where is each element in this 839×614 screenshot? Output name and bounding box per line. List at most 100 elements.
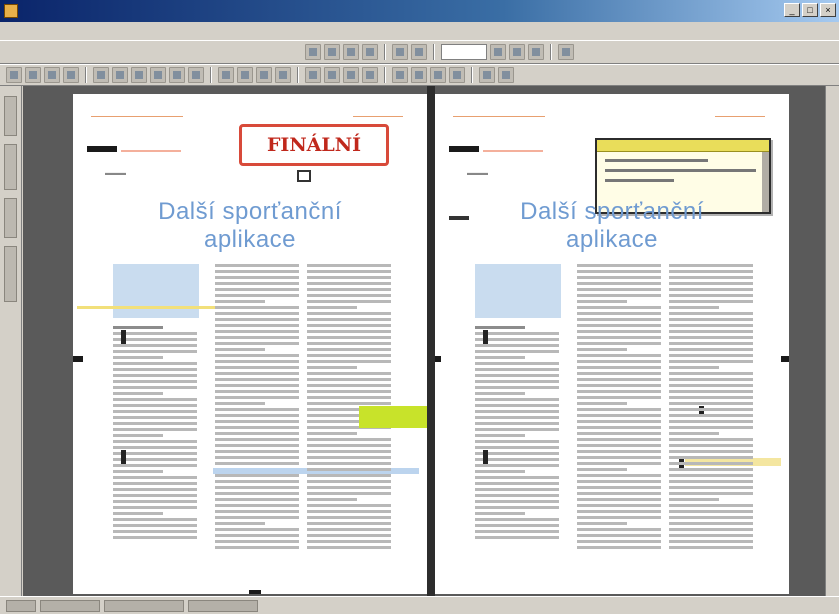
bullet-marker [121,450,126,464]
standard-toolbar [0,40,839,64]
sidebar-box [475,264,561,318]
text-tool-icon[interactable] [25,67,41,83]
crop-icon[interactable] [411,67,427,83]
last-page-icon[interactable] [362,67,378,83]
fit-page-icon[interactable] [528,44,544,60]
running-head-left [453,116,545,117]
italic-icon[interactable] [112,67,128,83]
panel-tab-pages[interactable] [4,96,17,136]
zoom-in-icon[interactable] [490,44,506,60]
sidebar-box [113,264,199,318]
comment-icon[interactable] [218,67,234,83]
panel-tab-comments[interactable] [4,198,17,238]
new-document-icon[interactable] [305,44,321,60]
page-edge-handle[interactable] [435,356,441,362]
article-heading: Další sporťanční aplikace [435,198,789,254]
close-button[interactable]: × [820,3,836,17]
bullet-marker [121,330,126,344]
maximize-button[interactable]: □ [802,3,818,17]
sticky-note-marker[interactable] [359,406,427,428]
text-column-3 [669,264,753,552]
align-left-icon[interactable] [150,67,166,83]
stamp-label: FINÁLNÍ [266,134,362,156]
status-cell [40,599,100,612]
zoom-out-icon[interactable] [509,44,525,60]
section-kicker-line [483,150,543,152]
page-edge-handle[interactable] [73,356,83,362]
toolbar-separator [85,67,87,83]
align-right-icon[interactable] [188,67,204,83]
table-icon[interactable] [449,67,465,83]
section-kicker [87,146,117,152]
first-page-icon[interactable] [343,67,359,83]
toolbar-separator [433,44,435,60]
text-column-1 [113,326,197,542]
toolbar-separator [384,67,386,83]
left-page[interactable]: ▬▬▬ FINÁLNÍ Další sporťanční aplikace [73,94,427,594]
line-tool-icon[interactable] [63,67,79,83]
formatting-toolbar [0,64,839,86]
running-head-right [353,116,403,117]
save-icon[interactable] [343,44,359,60]
toolbar-separator [210,67,212,83]
text-column-2 [577,264,661,552]
status-cell [6,599,36,612]
right-page[interactable]: ▬▬▬ Další sporťanční aplikace [435,94,789,594]
zoom-field[interactable] [441,44,487,60]
toolbar-separator [297,67,299,83]
rotate-icon[interactable] [392,67,408,83]
layers-icon[interactable] [479,67,495,83]
document-workspace[interactable]: ▬▬▬ FINÁLNÍ Další sporťanční aplikace ▬▬… [23,86,839,596]
title-bar[interactable]: _ □ × [0,0,839,22]
previous-page-icon[interactable] [305,67,321,83]
window-controls: _ □ × [784,3,836,17]
print-icon[interactable] [362,44,378,60]
stamp-icon[interactable] [275,67,291,83]
section-kicker [449,146,479,152]
toolbar-separator [471,67,473,83]
toolbar-separator [384,44,386,60]
author-line: ▬▬▬ [105,170,126,177]
bullet-marker [483,450,488,464]
help-icon[interactable] [558,44,574,60]
frame-tool-icon[interactable] [44,67,60,83]
note-icon[interactable] [256,67,272,83]
text-column-2 [215,264,299,552]
final-approval-stamp[interactable]: FINÁLNÍ [239,124,389,166]
minimize-button[interactable]: _ [784,3,800,17]
bold-icon[interactable] [93,67,109,83]
cut-icon[interactable] [392,44,408,60]
bullet-marker [483,330,488,344]
panel-tab-layers[interactable] [4,144,17,190]
toolbar-separator [550,44,552,60]
next-page-icon[interactable] [324,67,340,83]
open-folder-icon[interactable] [324,44,340,60]
heading-line-2: aplikace [203,226,297,253]
section-kicker-line [121,150,181,152]
desktop-publishing-app: _ □ × ▬▬▬ FINÁLNÍ Další sporťanční aplik… [0,0,839,614]
color-icon[interactable] [498,67,514,83]
align-center-icon[interactable] [169,67,185,83]
copy-icon[interactable] [411,44,427,60]
underline-icon[interactable] [131,67,147,83]
page-gutter [427,86,435,596]
status-bar [0,596,839,614]
page-edge-handle[interactable] [781,356,789,362]
vertical-scrollbar[interactable] [825,86,839,596]
heading-line-1: Další sporťanční [520,198,704,225]
page-bottom-handle[interactable] [249,590,261,594]
heading-line-1: Další sporťanční [158,198,342,225]
status-cell [188,599,258,612]
grid-icon[interactable] [430,67,446,83]
author-line: ▬▬▬ [467,170,488,177]
running-head-right [715,116,765,117]
heading-line-2: aplikace [565,226,659,253]
stamp-anchor-icon [297,170,311,182]
panel-tab-bookmarks[interactable] [4,246,17,302]
running-head-left [91,116,183,117]
text-column-1 [475,326,559,542]
pointer-tool-icon[interactable] [6,67,22,83]
comment-popup-header[interactable] [597,140,769,152]
highlight-icon[interactable] [237,67,253,83]
article-heading: Další sporťanční aplikace [73,198,427,254]
